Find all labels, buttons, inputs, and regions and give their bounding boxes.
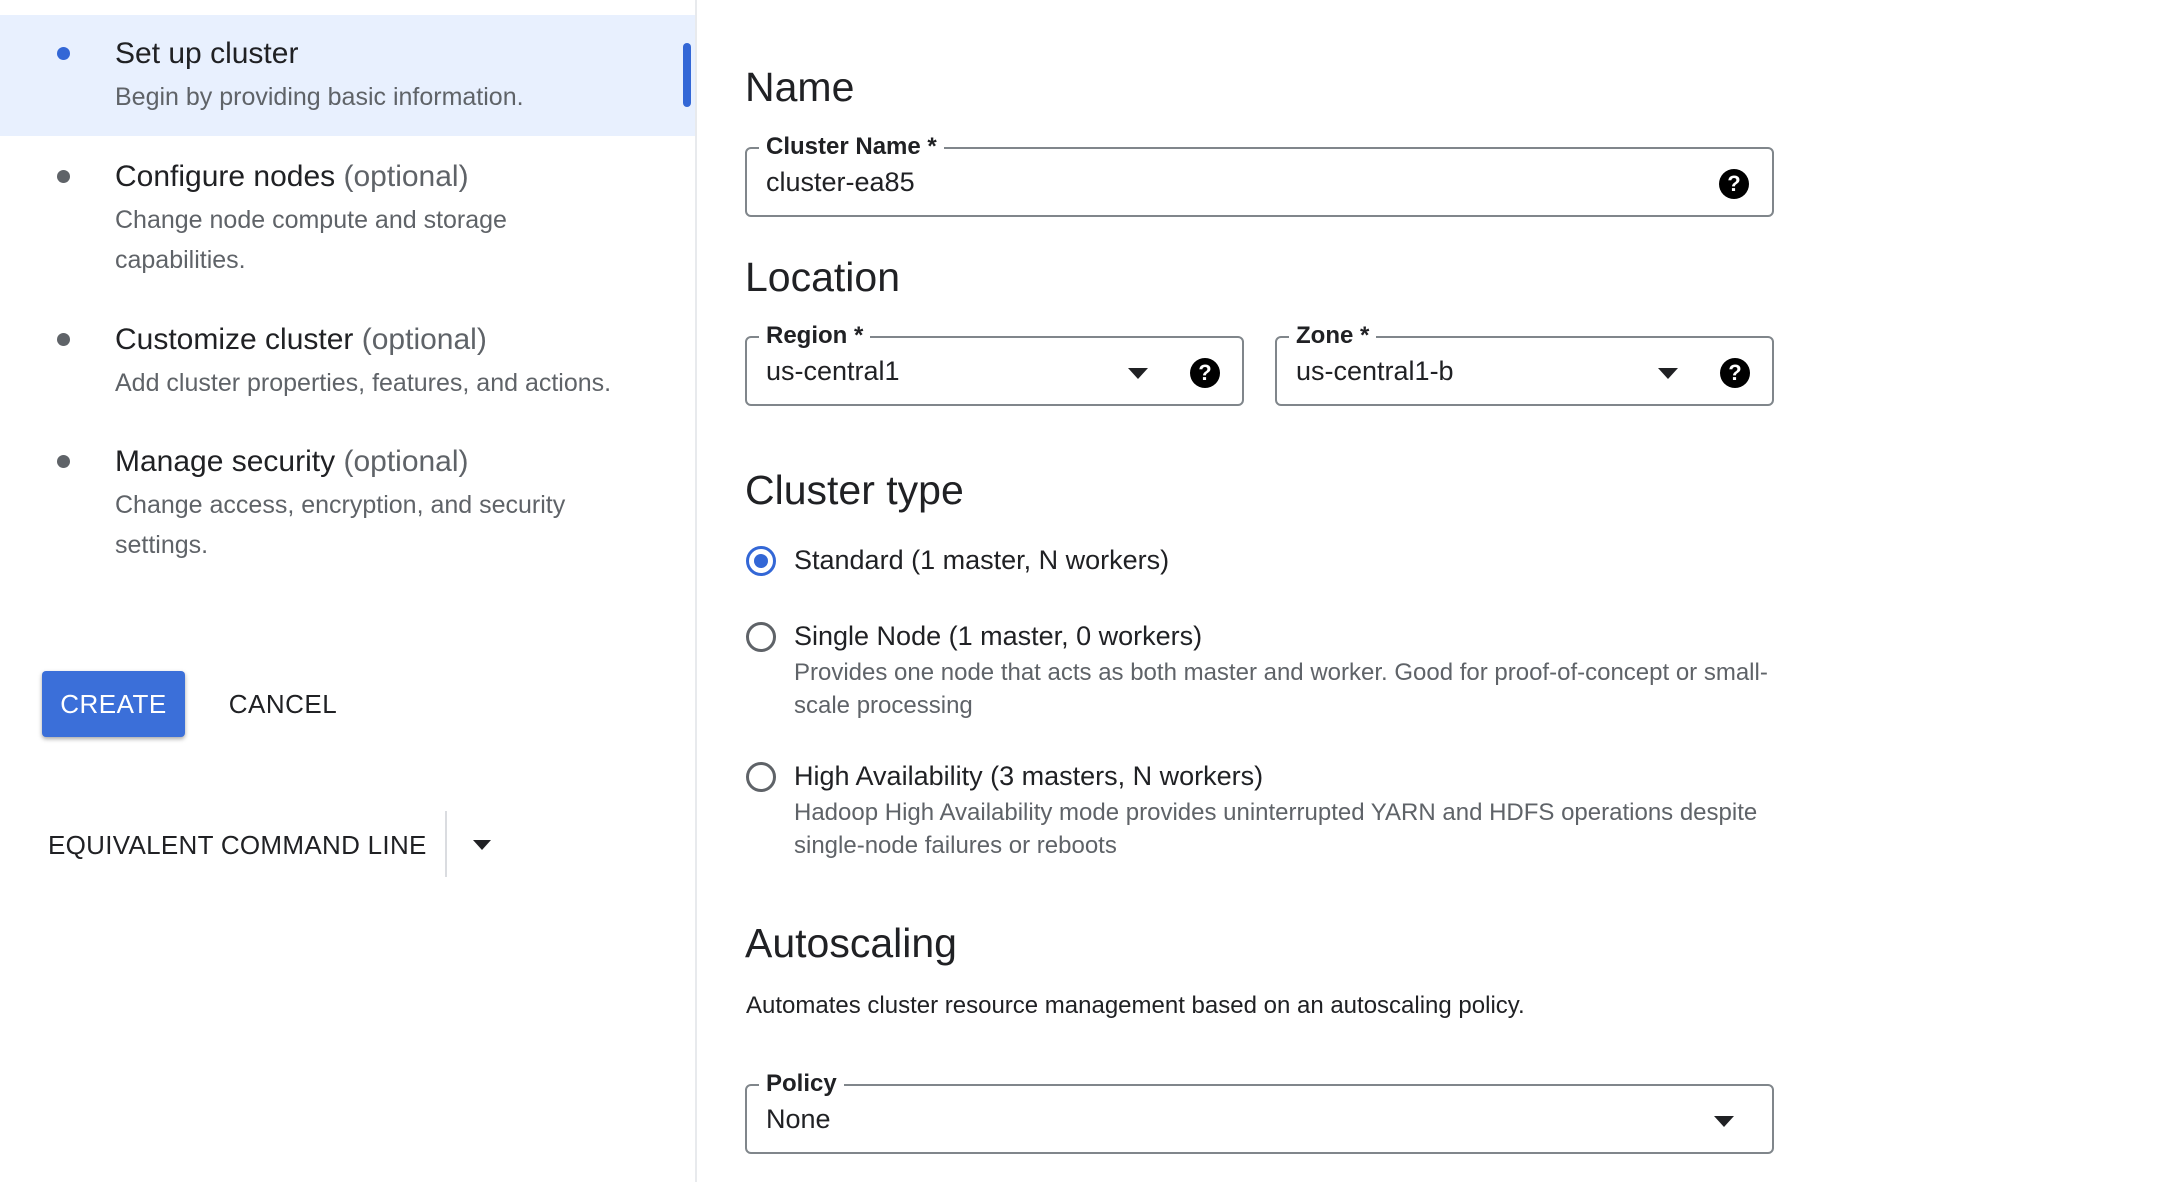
help-icon[interactable]: ?	[1719, 169, 1749, 199]
zone-select[interactable]: Zone * us-central1-b ?	[1275, 321, 1774, 406]
caret-down-icon	[1714, 1116, 1734, 1127]
step-title: Customize cluster	[115, 323, 354, 356]
step-description: Change access, encryption, and security …	[115, 491, 566, 559]
step-bullet-icon	[57, 333, 70, 346]
caret-down-icon	[1658, 368, 1678, 379]
create-button[interactable]: CREATE	[42, 671, 185, 737]
step-manage-security[interactable]: Manage security (optional) Change access…	[0, 425, 695, 575]
region-label: Region *	[759, 321, 871, 351]
step-title: Manage security	[115, 445, 336, 478]
step-bullet-icon	[57, 170, 70, 183]
zone-value: us-central1-b	[1296, 356, 1454, 386]
help-icon[interactable]: ?	[1190, 358, 1220, 388]
step-description: Begin by providing basic information.	[115, 83, 524, 111]
help-icon[interactable]: ?	[1720, 358, 1750, 388]
step-description: Change node compute and storage capabili…	[115, 206, 507, 274]
step-set-up-cluster[interactable]: Set up cluster Begin by providing basic …	[0, 15, 695, 136]
policy-select[interactable]: Policy None	[745, 1069, 1774, 1154]
section-title-location: Location	[745, 254, 901, 300]
radio-description-high-availability: Hadoop High Availability mode provides u…	[794, 799, 1758, 859]
zone-label: Zone *	[1289, 321, 1377, 351]
step-title: Configure nodes	[115, 160, 336, 193]
step-bullet-icon	[57, 47, 70, 60]
step-optional-tag: (optional)	[361, 323, 487, 356]
step-bullet-icon	[57, 455, 70, 468]
step-optional-tag: (optional)	[343, 160, 469, 193]
autoscaling-description: Automates cluster resource management ba…	[746, 992, 1525, 1019]
active-step-indicator	[683, 43, 691, 107]
radio-single-node[interactable]	[746, 622, 776, 652]
section-title-cluster-type: Cluster type	[745, 467, 964, 513]
caret-down-icon	[1128, 368, 1148, 379]
step-configure-nodes[interactable]: Configure nodes (optional) Change node c…	[0, 140, 695, 290]
region-select[interactable]: Region * us-central1 ?	[745, 321, 1244, 406]
radio-description-single-node: Provides one node that acts as both mast…	[794, 659, 1768, 719]
cluster-name-input[interactable]: Cluster Name * cluster-ea85 ?	[745, 132, 1774, 217]
cluster-name-label: Cluster Name *	[759, 132, 944, 162]
command-line-dropdown-button[interactable]	[460, 812, 504, 878]
radio-standard[interactable]	[746, 546, 776, 576]
button-divider	[445, 811, 447, 877]
section-title-autoscaling: Autoscaling	[745, 920, 957, 966]
caret-down-icon	[473, 840, 491, 850]
step-customize-cluster[interactable]: Customize cluster (optional) Add cluster…	[0, 303, 695, 413]
cancel-button[interactable]: CANCEL	[218, 671, 348, 737]
step-title: Set up cluster	[115, 37, 299, 70]
section-title-name: Name	[745, 64, 855, 110]
radio-label-standard[interactable]: Standard (1 master, N workers)	[794, 545, 1169, 576]
policy-label: Policy	[759, 1069, 844, 1099]
radio-high-availability[interactable]	[746, 762, 776, 792]
equivalent-command-line-button[interactable]: EQUIVALENT COMMAND LINE	[48, 812, 427, 878]
region-value: us-central1	[766, 356, 900, 386]
step-description: Add cluster properties, features, and ac…	[115, 369, 612, 397]
radio-label-high-availability[interactable]: High Availability (3 masters, N workers)	[794, 761, 1263, 792]
policy-value: None	[766, 1104, 831, 1134]
cluster-name-value: cluster-ea85	[766, 167, 915, 197]
radio-label-single-node[interactable]: Single Node (1 master, 0 workers)	[794, 621, 1202, 652]
stepper-panel: Set up cluster Begin by providing basic …	[0, 0, 697, 1182]
step-optional-tag: (optional)	[343, 445, 469, 478]
